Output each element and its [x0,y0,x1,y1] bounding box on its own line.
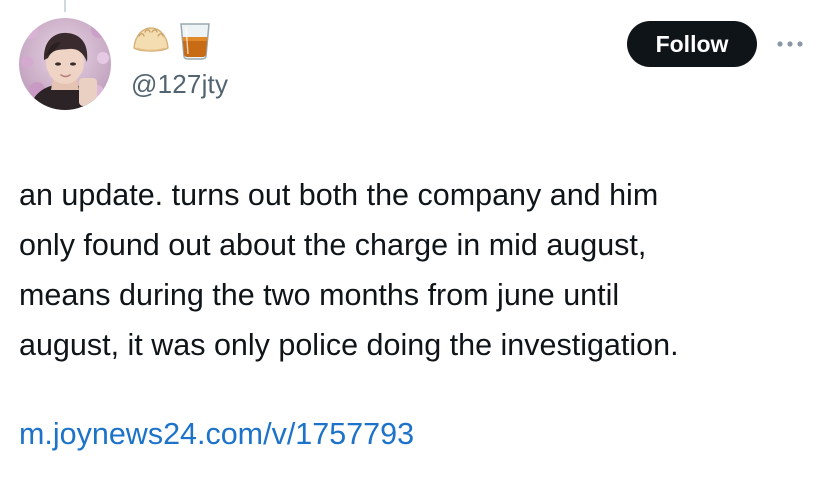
thread-connector-line [64,0,66,12]
whiskey-glass-emoji-icon [177,20,213,65]
user-handle[interactable]: @127jty [131,69,228,100]
display-name[interactable] [131,20,213,64]
tweet-text-line: means during the two months from june un… [19,278,620,312]
tweet-text-line: an update. turns out both the company an… [19,178,659,212]
tweet-text: an update. turns out both the company an… [19,170,819,370]
dumpling-emoji-icon [131,23,171,62]
follow-button[interactable]: Follow [627,21,757,67]
tweet-text-line: august, it was only police doing the inv… [19,328,679,362]
ellipsis-icon [777,41,803,47]
tweet-text-line: only found out about the charge in mid a… [19,228,647,262]
tweet-link[interactable]: m.joynews24.com/v/1757793 [19,414,414,454]
avatar[interactable] [19,18,111,110]
more-options-button[interactable] [772,30,808,58]
avatar-photo [19,18,111,110]
